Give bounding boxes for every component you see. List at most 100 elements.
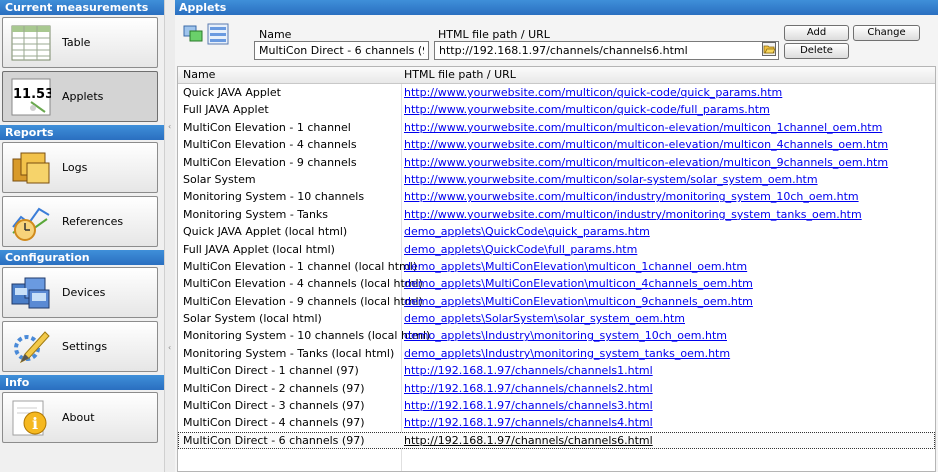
nav-label-about: About xyxy=(62,411,95,424)
cell-applet-url-link[interactable]: http://www.yourwebsite.com/multicon/sola… xyxy=(404,171,818,188)
cell-applet-name: MultiCon Elevation - 9 channels (local h… xyxy=(183,294,423,308)
sidebar: Current measurements Table 11.53 Applets… xyxy=(0,0,164,472)
cell-applet-url-link[interactable]: http://192.168.1.97/channels/channels6.h… xyxy=(404,432,653,449)
cell-applet-url-link[interactable]: http://www.yourwebsite.com/multicon/mult… xyxy=(404,154,888,171)
cell-applet-url-link[interactable]: http://192.168.1.97/channels/channels4.h… xyxy=(404,414,653,431)
table-row[interactable]: MultiCon Direct - 4 channels (97) http://… xyxy=(178,414,935,431)
cell-applet-name: Full JAVA Applet xyxy=(183,103,269,117)
cell-applet-name: Monitoring System - Tanks (local html) xyxy=(183,346,395,360)
cell-applet-name: MultiCon Direct - 1 channel (97) xyxy=(183,364,359,378)
references-icon xyxy=(11,203,51,241)
cell-applet-name: Quick JAVA Applet xyxy=(183,86,281,99)
table-row[interactable]: MultiCon Elevation - 1 channel http://www… xyxy=(178,119,935,136)
cell-applet-url-link[interactable]: demo_applets\MultiConElevation\multicon_… xyxy=(404,275,753,292)
cell-applet-url-link[interactable]: demo_applets\MultiConElevation\multicon_… xyxy=(404,258,747,275)
change-button[interactable]: Change xyxy=(853,25,920,41)
table-row[interactable]: Quick JAVA Applet http://www.yourwebsite.… xyxy=(178,84,935,101)
section-header-configuration: Configuration xyxy=(0,250,164,265)
nav-label-logs: Logs xyxy=(62,161,88,174)
switch-view-icon[interactable] xyxy=(183,25,203,46)
cell-applet-name: MultiCon Direct - 3 channels (97) xyxy=(183,399,365,413)
devices-icon xyxy=(11,274,51,312)
cell-applet-name: Monitoring System - 10 channels (local h… xyxy=(183,329,431,343)
name-input[interactable] xyxy=(254,41,429,60)
cell-applet-name: Solar System (local html) xyxy=(183,312,322,326)
cell-applet-url-link[interactable]: http://www.yourwebsite.com/multicon/indu… xyxy=(404,206,862,223)
splitter-grip-icon[interactable]: ‹ xyxy=(168,343,172,352)
cell-applet-name: MultiCon Direct - 4 channels (97) xyxy=(183,416,365,430)
nav-label-devices: Devices xyxy=(62,286,106,299)
settings-icon xyxy=(11,328,51,366)
cell-applet-url-link[interactable]: http://www.yourwebsite.com/multicon/mult… xyxy=(404,119,882,136)
nav-button-applets[interactable]: 11.53 Applets xyxy=(2,71,158,122)
applets-table: Name HTML file path / URL Quick JAVA App… xyxy=(177,66,936,472)
cell-applet-url-link[interactable]: http://www.yourwebsite.com/multicon/indu… xyxy=(404,188,859,205)
table-row[interactable]: MultiCon Elevation - 9 channels http://ww… xyxy=(178,154,935,171)
table-row[interactable]: Monitoring System - Tanks (local html) de… xyxy=(178,345,935,362)
table-row[interactable]: MultiCon Direct - 2 channels (97) http://… xyxy=(178,380,935,397)
cell-applet-url-link[interactable]: demo_applets\Industry\monitoring_system_… xyxy=(404,327,727,344)
logs-icon xyxy=(11,149,51,187)
cell-applet-url-link[interactable]: http://192.168.1.97/channels/channels1.h… xyxy=(404,362,653,379)
table-row[interactable]: MultiCon Elevation - 1 channel (local ht… xyxy=(178,258,935,275)
splitter[interactable]: ‹ ‹ xyxy=(164,0,175,472)
nav-button-settings[interactable]: Settings xyxy=(2,321,158,372)
cell-applet-url-link[interactable]: http://www.yourwebsite.com/multicon/mult… xyxy=(404,136,888,153)
cell-applet-name: MultiCon Elevation - 1 channel xyxy=(183,120,351,134)
table-body: Quick JAVA Applet http://www.yourwebsite.… xyxy=(178,84,935,450)
cell-applet-url-link[interactable]: http://192.168.1.97/channels/channels3.h… xyxy=(404,397,653,414)
cell-applet-name: MultiCon Elevation - 9 channels xyxy=(183,155,357,169)
applets-panel: Applets Name HTML file path / URL xyxy=(175,0,938,472)
section-header-info: Info xyxy=(0,375,164,390)
cell-applet-name: Solar System xyxy=(183,172,256,186)
column-header-url[interactable]: HTML file path / URL xyxy=(404,68,516,81)
cell-applet-url-link[interactable]: demo_applets\QuickCode\full_params.htm xyxy=(404,241,637,258)
cell-applet-url-link[interactable]: http://192.168.1.97/channels/channels2.h… xyxy=(404,380,653,397)
cell-applet-url-link[interactable]: demo_applets\Industry\monitoring_system_… xyxy=(404,345,730,362)
table-row[interactable]: Monitoring System - 10 channels http://ww… xyxy=(178,188,935,205)
table-row[interactable]: Monitoring System - 10 channels (local h… xyxy=(178,327,935,344)
add-button[interactable]: Add xyxy=(784,25,849,41)
table-row[interactable]: Solar System (local html) demo_applets\So… xyxy=(178,310,935,327)
nav-button-references[interactable]: References xyxy=(2,196,158,247)
table-row[interactable]: Monitoring System - Tanks http://www.your… xyxy=(178,206,935,223)
cell-applet-url-link[interactable]: demo_applets\SolarSystem\solar_system_oe… xyxy=(404,310,685,327)
table-row[interactable]: Full JAVA Applet (local html) demo_applet… xyxy=(178,241,935,258)
cell-applet-url-link[interactable]: http://www.yourwebsite.com/multicon/quic… xyxy=(404,101,770,118)
nav-button-about[interactable]: i About xyxy=(2,392,158,443)
cell-applet-url-link[interactable]: demo_applets\QuickCode\quick_params.htm xyxy=(404,223,650,240)
section-header-current-measurements: Current measurements xyxy=(0,0,164,15)
table-icon xyxy=(11,24,51,62)
table-row[interactable]: Full JAVA Applet http://www.yourwebsite.c… xyxy=(178,101,935,118)
cell-applet-url-link[interactable]: http://www.yourwebsite.com/multicon/quic… xyxy=(404,84,782,101)
cell-applet-name: MultiCon Elevation - 1 channel (local ht… xyxy=(183,259,418,273)
nav-button-devices[interactable]: Devices xyxy=(2,267,158,318)
column-header-name[interactable]: Name xyxy=(183,68,215,81)
url-input[interactable] xyxy=(434,41,779,60)
cell-applet-name: Monitoring System - Tanks xyxy=(183,207,329,221)
cell-applet-name: Full JAVA Applet (local html) xyxy=(183,242,335,256)
table-row[interactable]: MultiCon Elevation - 4 channels (local h… xyxy=(178,275,935,292)
nav-label-settings: Settings xyxy=(62,340,108,353)
cell-applet-name: MultiCon Direct - 6 channels (97) xyxy=(183,433,365,447)
delete-button[interactable]: Delete xyxy=(784,43,849,59)
table-row[interactable]: MultiCon Direct - 3 channels (97) http://… xyxy=(178,397,935,414)
nav-button-logs[interactable]: Logs xyxy=(2,142,158,193)
cell-applet-name: Monitoring System - 10 channels xyxy=(183,190,365,204)
table-row[interactable]: MultiCon Direct - 1 channel (97) http://1… xyxy=(178,362,935,379)
table-row[interactable]: MultiCon Elevation - 9 channels (local h… xyxy=(178,293,935,310)
table-row[interactable]: MultiCon Elevation - 4 channels http://ww… xyxy=(178,136,935,153)
cell-applet-name: Quick JAVA Applet (local html) xyxy=(183,225,348,239)
cell-applet-name: MultiCon Elevation - 4 channels (local h… xyxy=(183,277,423,291)
table-row[interactable]: Quick JAVA Applet (local html) demo_apple… xyxy=(178,223,935,240)
grid-view-icon[interactable] xyxy=(207,23,229,48)
cell-applet-url-link[interactable]: demo_applets\MultiConElevation\multicon_… xyxy=(404,293,753,310)
cell-applet-name: MultiCon Direct - 2 channels (97) xyxy=(183,381,365,395)
nav-button-table[interactable]: Table xyxy=(2,17,158,68)
svg-text:i: i xyxy=(32,414,38,433)
nav-label-applets: Applets xyxy=(62,90,104,103)
splitter-grip-icon[interactable]: ‹ xyxy=(168,122,172,131)
browse-folder-icon[interactable] xyxy=(762,42,776,59)
table-row[interactable]: MultiCon Direct - 6 channels (97) http://… xyxy=(178,431,935,450)
table-row[interactable]: Solar System http://www.yourwebsite.com/m… xyxy=(178,171,935,188)
